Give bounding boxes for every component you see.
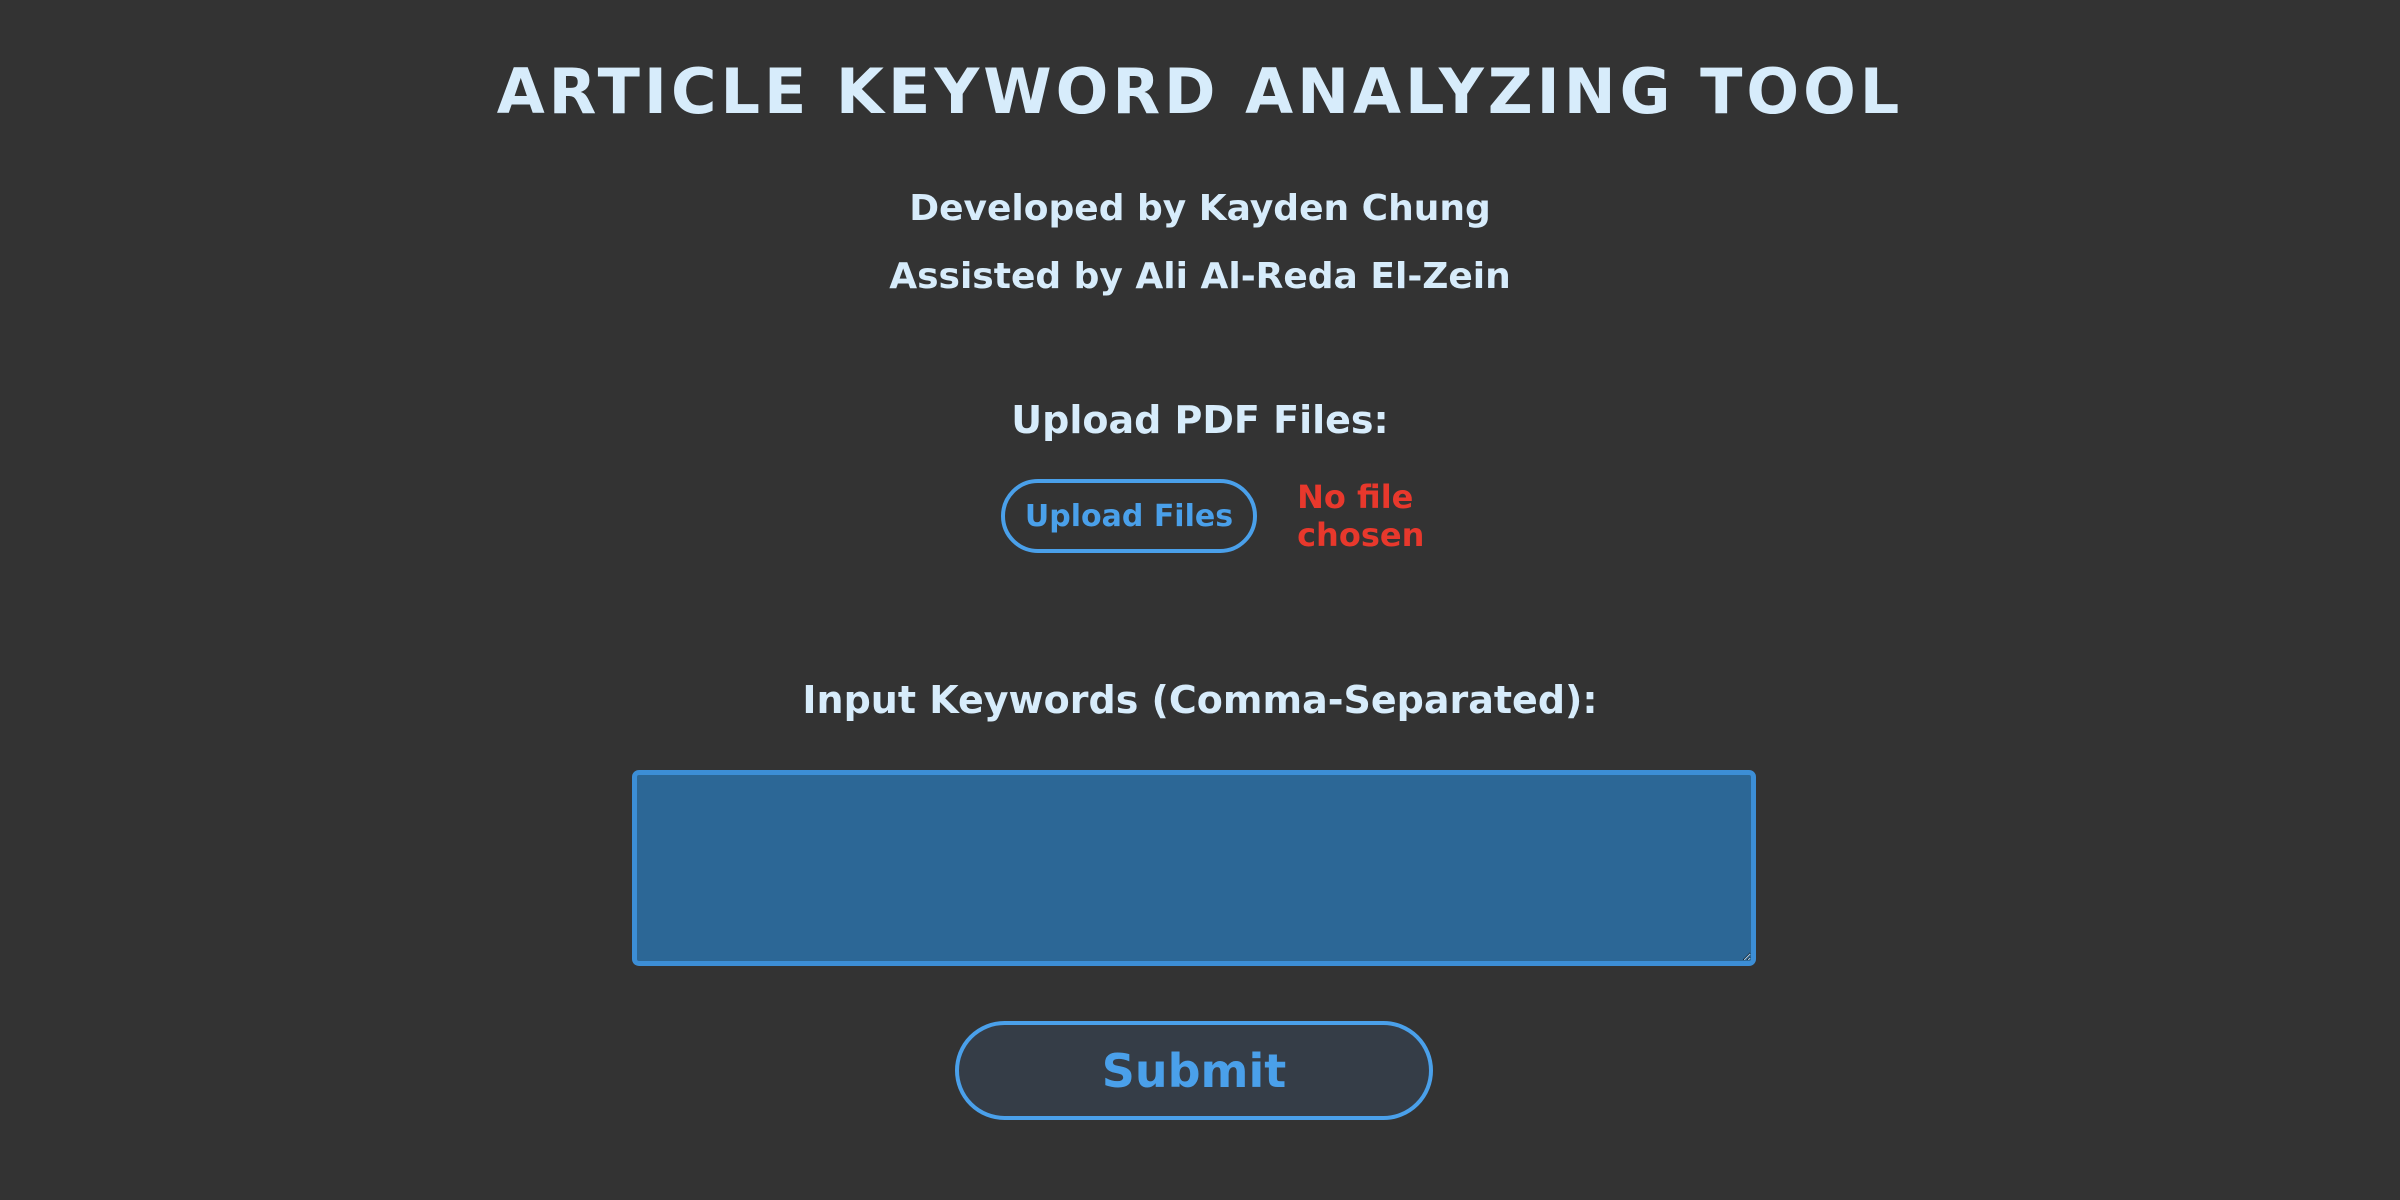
upload-files-button[interactable]: Upload Files [1000, 479, 1258, 553]
keywords-label: Input Keywords (Comma-Separated): [802, 678, 1598, 722]
keywords-input[interactable] [632, 770, 1756, 966]
page-title: Article Keyword Analyzing Tool [496, 55, 1904, 128]
page: Article Keyword Analyzing Tool Developed… [0, 0, 2400, 1200]
developer-credit: Developed by Kayden Chung [909, 188, 1491, 229]
upload-row: Upload Files No file chosen [0, 478, 2400, 554]
submit-button[interactable]: Submit [955, 1021, 1433, 1120]
upload-label: Upload PDF Files: [1011, 398, 1389, 442]
file-status-text: No file chosen [1297, 478, 1425, 554]
assistant-credit: Assisted by Ali Al-Reda El-Zein [889, 256, 1511, 297]
